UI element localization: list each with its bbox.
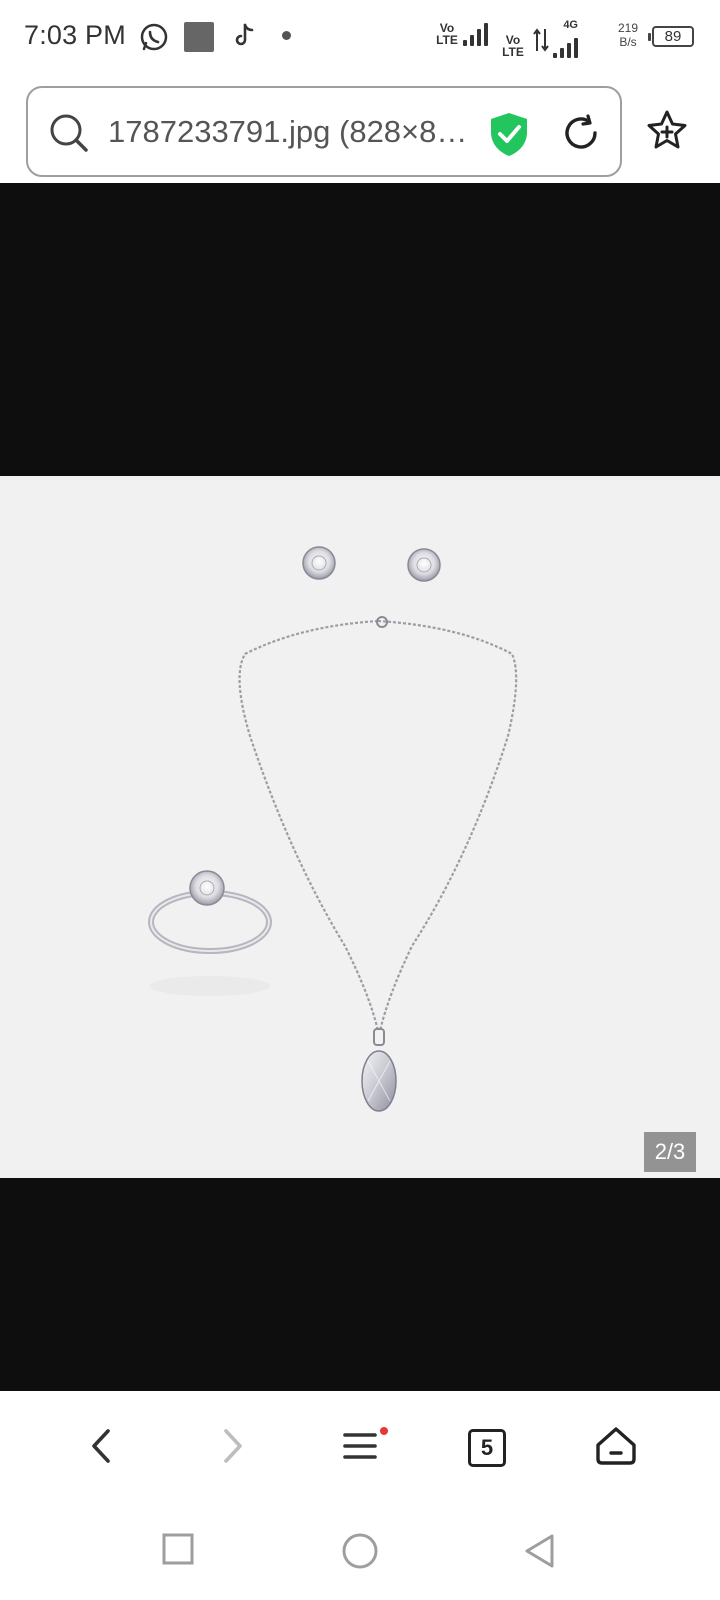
earrings [302, 546, 441, 582]
battery-indicator: 89 [648, 26, 694, 47]
net-speed-unit: B/s [619, 35, 637, 49]
necklace [238, 616, 518, 1112]
forward-button[interactable] [218, 1423, 246, 1474]
dot-icon [282, 31, 291, 40]
image-viewer[interactable]: 2/3 [0, 183, 720, 1391]
net-speed: 219 B/s [618, 21, 638, 49]
data-transfer-icon [533, 27, 549, 58]
back-triangle-icon[interactable] [522, 1532, 556, 1575]
system-navigation-bar [0, 1498, 720, 1600]
gallery-icon [184, 22, 214, 52]
sim1-signal-icon: Vo LTE [434, 20, 488, 46]
status-bar: 7:03 PM Vo LTE Vo LTE 4G 219 B/s 89 [0, 0, 720, 72]
menu-button[interactable] [342, 1423, 380, 1474]
reload-icon[interactable] [560, 112, 602, 159]
notification-dot [380, 1427, 388, 1435]
tabs-button[interactable]: 5 [468, 1429, 506, 1467]
shield-check-icon[interactable] [486, 110, 532, 163]
sim2-signal-icon: Vo LTE 4G [500, 20, 578, 58]
home-circle-icon[interactable] [341, 1532, 379, 1575]
url-text[interactable]: 1787233791.jpg (828×8… [108, 114, 468, 150]
address-bar[interactable]: 1787233791.jpg (828×8… [26, 86, 622, 177]
sim1-volte-label: Vo LTE [436, 21, 458, 47]
tiktok-icon [234, 22, 256, 53]
sim2-volte-label: Vo LTE [502, 33, 524, 59]
net-speed-value: 219 [618, 21, 639, 35]
whatsapp-icon [139, 22, 169, 57]
home-icon[interactable] [594, 1423, 638, 1474]
image-counter: 2/3 [644, 1132, 696, 1172]
status-time: 7:03 PM [24, 20, 126, 50]
recents-square-icon[interactable] [161, 1532, 195, 1571]
ring [148, 870, 272, 996]
network-type: 4G [563, 19, 578, 31]
search-icon[interactable] [48, 112, 90, 159]
back-button[interactable] [88, 1423, 116, 1474]
product-photo[interactable]: 2/3 [0, 476, 720, 1178]
add-bookmark-star-icon[interactable] [644, 108, 690, 159]
browser-toolbar: 5 [0, 1391, 720, 1498]
